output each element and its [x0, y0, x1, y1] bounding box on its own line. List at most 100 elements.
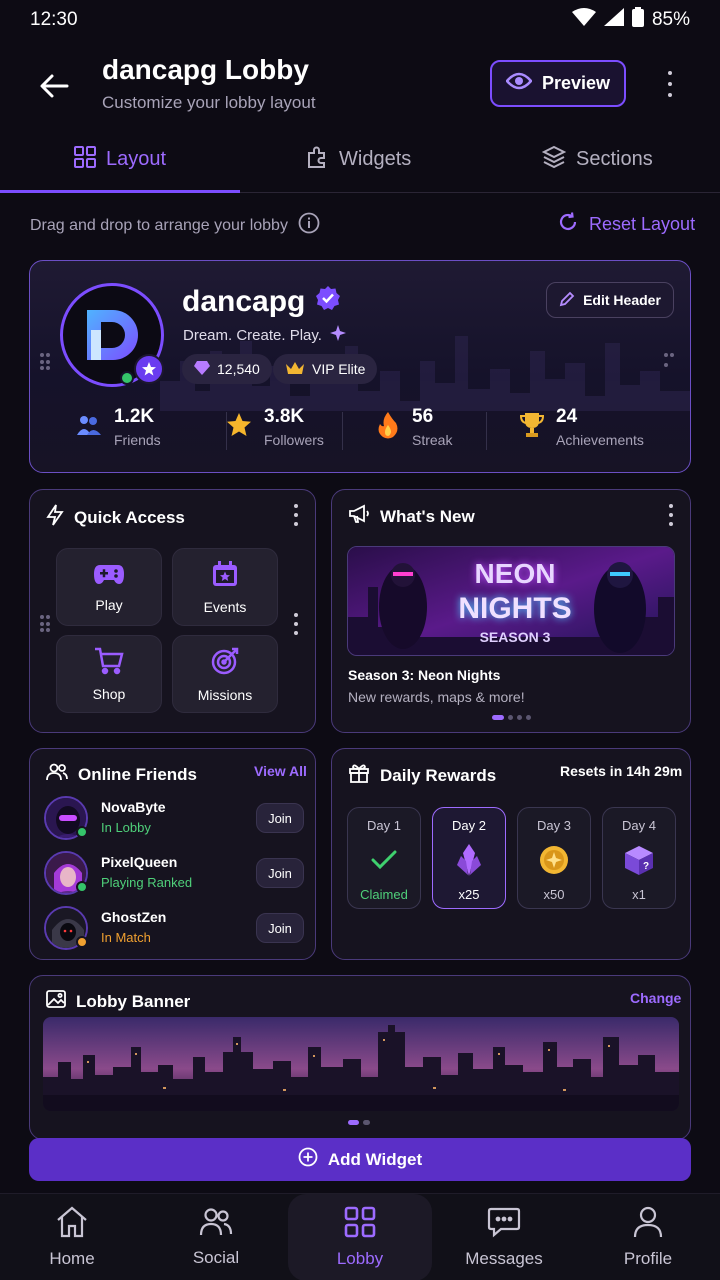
- banner-title-neon: NEON: [474, 558, 556, 589]
- missions-tile[interactable]: Missions: [172, 635, 278, 713]
- tab-widgets[interactable]: Widgets: [305, 128, 411, 191]
- trophy-icon: [519, 412, 545, 443]
- vip-badge: VIP Elite: [273, 354, 378, 384]
- tagline-text: Dream. Create. Play.: [183, 326, 322, 344]
- whats-new-title: What's New: [348, 504, 475, 529]
- stat-streak[interactable]: 56 Streak: [376, 406, 452, 448]
- quick-access-widget[interactable]: Quick Access Play Events Shop Missions: [29, 489, 316, 733]
- day-amount: Claimed: [360, 887, 408, 902]
- tab-layout[interactable]: Layout: [74, 128, 166, 191]
- nav-label: Profile: [623, 1249, 673, 1268]
- coin-icon: [537, 843, 571, 877]
- add-widget-button[interactable]: Add Widget: [29, 1138, 691, 1181]
- d-logo-icon: [87, 310, 138, 360]
- nav-lobby[interactable]: Lobby: [288, 1194, 432, 1280]
- nav-home[interactable]: Home: [0, 1194, 144, 1280]
- day-amount: x1: [632, 887, 646, 902]
- gamepad-icon: [93, 562, 125, 589]
- view-all-link[interactable]: View All: [254, 763, 307, 779]
- divider: [342, 412, 343, 450]
- refresh-icon: [557, 211, 579, 238]
- reward-day-1[interactable]: Day 1 Claimed: [347, 807, 421, 909]
- page-subtitle: Customize your lobby layout: [102, 93, 316, 112]
- friend-name: GhostZen: [101, 909, 167, 925]
- reward-day-3[interactable]: Day 3 x50: [517, 807, 591, 909]
- profile-username: dancapg: [182, 285, 341, 319]
- more-options-icon[interactable]: [667, 504, 675, 526]
- page-title: dancapg Lobby: [102, 54, 309, 85]
- signal-icon: [603, 8, 624, 32]
- join-button[interactable]: Join: [256, 858, 304, 888]
- day-amount: x25: [458, 887, 480, 902]
- nav-social[interactable]: Social: [144, 1194, 288, 1280]
- reward-day-2[interactable]: Day 2 x25: [432, 807, 506, 909]
- nav-label: Messages: [465, 1249, 543, 1268]
- edit-header-button[interactable]: Edit Header: [546, 282, 674, 318]
- nav-label: Lobby: [336, 1249, 384, 1268]
- grid-icon: [74, 145, 96, 174]
- tile-label: Play: [95, 596, 123, 613]
- add-widget-label: Add Widget: [327, 1149, 423, 1169]
- shop-tile[interactable]: Shop: [56, 635, 162, 713]
- online-friends-widget[interactable]: Online Friends View All NovaByte In Lobb…: [29, 748, 316, 960]
- friend-name: PixelQueen: [101, 854, 178, 870]
- day-amount: x50: [543, 887, 565, 902]
- stat-value: 24: [556, 406, 578, 427]
- play-tile[interactable]: Play: [56, 548, 162, 626]
- reward-day-4[interactable]: Day 4 ? x1: [602, 807, 676, 909]
- friends-icon: [76, 413, 102, 442]
- more-options-icon[interactable]: [656, 66, 684, 102]
- carousel-dots: [348, 1120, 370, 1125]
- nav-messages[interactable]: Messages: [432, 1194, 576, 1280]
- status-bar: 12:30 85%: [0, 0, 720, 40]
- profile-header-card[interactable]: dancapg Dream. Create. Play. 12,540 VIP …: [29, 260, 691, 473]
- whats-new-title-text: What's New: [380, 506, 475, 526]
- news-description: New rewards, maps & more!: [348, 689, 525, 705]
- day-label: Day 3: [537, 818, 571, 833]
- drag-handle-icon[interactable]: [292, 613, 300, 635]
- drag-handle-icon[interactable]: [40, 615, 50, 633]
- tab-sections[interactable]: Sections: [541, 128, 653, 191]
- season-banner-image[interactable]: NEON NIGHTS SEASON 3: [347, 546, 675, 656]
- gem-balance: 12,540: [217, 361, 260, 377]
- stat-followers[interactable]: 3.8K Followers: [226, 406, 324, 448]
- preview-button[interactable]: Preview: [490, 60, 626, 107]
- tile-label: Events: [203, 598, 247, 615]
- target-icon: [210, 646, 240, 679]
- join-button[interactable]: Join: [256, 913, 304, 943]
- stat-label: Streak: [412, 432, 453, 448]
- join-button[interactable]: Join: [256, 803, 304, 833]
- more-options-icon[interactable]: [292, 504, 300, 526]
- online-status-dot: [120, 371, 134, 385]
- back-arrow-icon[interactable]: [36, 68, 72, 104]
- gift-icon: [348, 763, 370, 788]
- profile-stats: 1.2K Friends 3.8K Followers 56 Streak 24 Ach…: [30, 406, 690, 456]
- events-tile[interactable]: Events: [172, 548, 278, 626]
- nav-profile[interactable]: Profile: [576, 1194, 720, 1280]
- stat-achievements[interactable]: 24 Achievements: [519, 406, 644, 448]
- lobby-banner-widget[interactable]: Lobby Banner Change: [29, 975, 691, 1140]
- stat-friends[interactable]: 1.2K Friends: [76, 406, 161, 448]
- carousel-dots: [492, 715, 531, 720]
- gem-icon: [194, 360, 210, 379]
- change-banner-link[interactable]: Change: [630, 990, 681, 1006]
- plus-circle-icon: [298, 1147, 318, 1172]
- reset-timer: Resets in 14h 29m: [560, 763, 683, 779]
- friend-row[interactable]: NovaByte In Lobby Join: [44, 796, 306, 842]
- drag-handle-icon[interactable]: [664, 353, 674, 371]
- friend-row[interactable]: GhostZen In Match Join: [44, 906, 306, 952]
- whats-new-widget[interactable]: What's New NEON NIGHTS SEASON 3 Season 3…: [331, 489, 691, 733]
- username-text: dancapg: [182, 285, 306, 318]
- tab-widgets-label: Widgets: [339, 148, 412, 170]
- image-icon: [46, 990, 66, 1013]
- reset-layout-button[interactable]: Reset Layout: [557, 211, 695, 238]
- flame-icon: [376, 411, 400, 444]
- rank-star-icon: [134, 354, 164, 384]
- drag-handle-icon[interactable]: [40, 353, 50, 371]
- tab-bar: Layout Widgets Sections: [0, 128, 720, 193]
- pencil-icon: [559, 291, 575, 310]
- friend-row[interactable]: PixelQueen Playing Ranked Join: [44, 851, 306, 897]
- daily-rewards-widget[interactable]: Daily Rewards Resets in 14h 29m Day 1 Cl…: [331, 748, 691, 960]
- battery-icon: [631, 7, 644, 33]
- info-icon[interactable]: [298, 212, 320, 239]
